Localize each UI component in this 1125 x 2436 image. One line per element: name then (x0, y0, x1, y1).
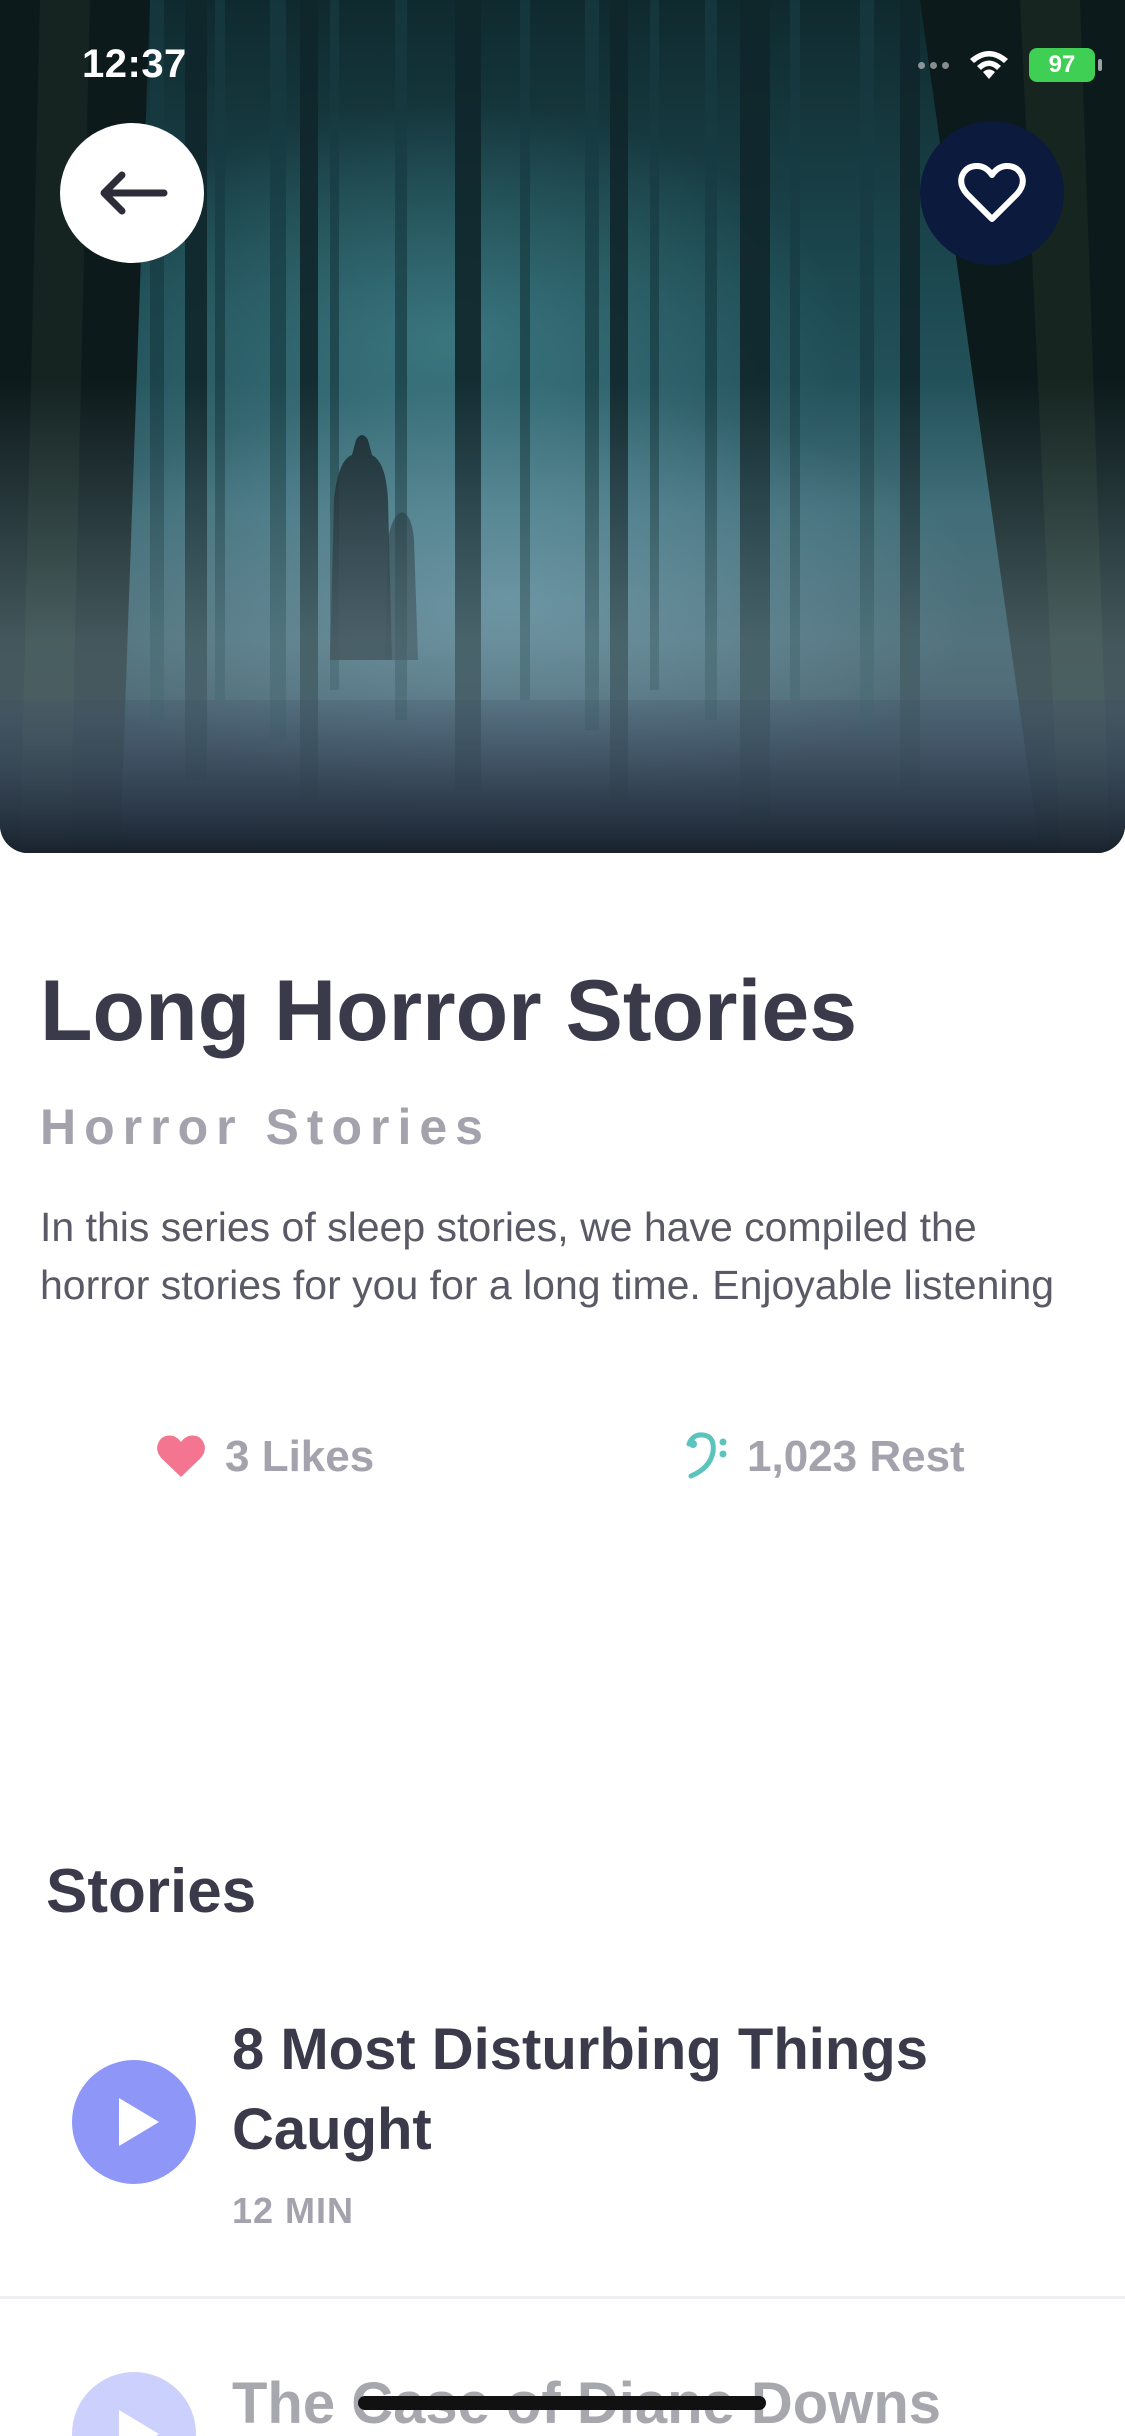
collection-title: Long Horror Stories (40, 963, 858, 1059)
play-button[interactable] (72, 2372, 196, 2436)
likes-stat: 3 Likes (155, 1432, 374, 1482)
bass-clef-icon (686, 1432, 727, 1479)
likes-label: 3 Likes (225, 1432, 375, 1481)
story-row[interactable]: 8 Most Disturbing Things Caught 12 MIN (0, 2010, 1125, 2296)
story-duration: 12 MIN (232, 2190, 355, 2231)
battery-level: 97 (1048, 51, 1076, 78)
battery-icon: 97 (1029, 48, 1102, 82)
status-time: 12:37 (82, 42, 187, 86)
play-button[interactable] (72, 2060, 196, 2184)
heart-outline-icon (958, 163, 1026, 222)
heart-icon (157, 1435, 205, 1478)
play-icon (119, 2098, 159, 2146)
play-icon (119, 2410, 159, 2436)
arrow-left-icon (100, 171, 168, 215)
home-indicator (358, 2396, 766, 2410)
stories-heading: Stories (46, 1857, 257, 1926)
forest-illustration (0, 0, 1125, 853)
cellular-signal-icon (918, 61, 949, 69)
favorite-button[interactable] (920, 121, 1064, 265)
divider (0, 2296, 1125, 2299)
story-row[interactable]: The Case of Diane Downs (0, 2300, 1125, 2436)
collection-category: Horror Stories (40, 1099, 491, 1155)
rest-stat: 1,023 Rest (685, 1432, 965, 1482)
status-icons: 97 (918, 48, 1102, 82)
story-title: 8 Most Disturbing Things Caught (232, 2017, 928, 2162)
rest-label: 1,023 Rest (747, 1432, 965, 1481)
wifi-icon (970, 51, 1008, 79)
collection-description: In this series of sleep stories, we have… (40, 1204, 1055, 1308)
back-button[interactable] (60, 123, 204, 263)
cover-image (0, 0, 1125, 853)
